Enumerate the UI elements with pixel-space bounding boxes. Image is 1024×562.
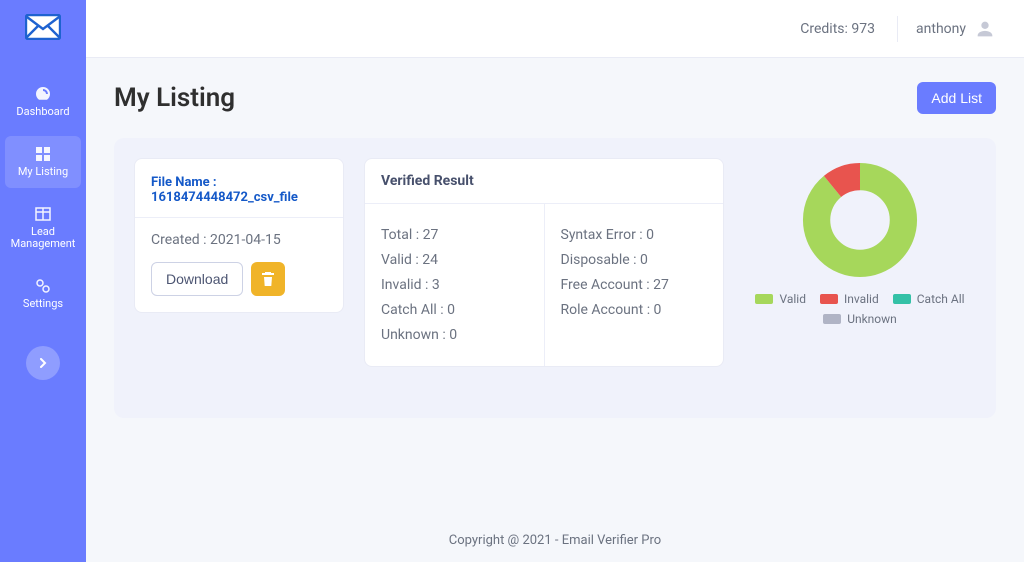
legend-label: Unknown	[847, 312, 897, 326]
file-created: Created : 2021-04-15	[151, 232, 327, 248]
legend-item-valid: Valid	[755, 292, 806, 306]
file-name-link[interactable]: 1618474448472_csv_file	[151, 190, 327, 205]
donut-chart	[798, 158, 922, 282]
created-value: 2021-04-15	[210, 232, 281, 248]
file-card-header: File Name : 1618474448472_csv_file	[135, 159, 343, 218]
main-content: My Listing Add List File Name : 16184744…	[86, 58, 1024, 562]
sidebar-item-label: Settings	[23, 297, 63, 310]
file-card: File Name : 1618474448472_csv_file Creat…	[134, 158, 344, 313]
stat-disposable: Disposable : 0	[561, 252, 708, 268]
topbar: Credits: 973 anthony	[86, 0, 1024, 58]
add-list-button[interactable]: Add List	[917, 82, 996, 114]
topbar-divider	[897, 16, 898, 42]
sidebar: Dashboard My Listing Lead Management Set…	[0, 0, 86, 562]
verified-right-column: Syntax Error : 0 Disposable : 0 Free Acc…	[544, 204, 724, 366]
sidebar-item-settings[interactable]: Settings	[5, 268, 81, 320]
sidebar-item-label: Lead Management	[11, 225, 76, 250]
file-card-body: Created : 2021-04-15 Download	[135, 218, 343, 312]
legend-item-catchall: Catch All	[893, 292, 965, 306]
legend-label: Invalid	[844, 292, 879, 306]
stat-syntax: Syntax Error : 0	[561, 227, 708, 243]
page-header: My Listing Add List	[114, 82, 996, 114]
page-title: My Listing	[114, 83, 235, 113]
sidebar-item-dashboard[interactable]: Dashboard	[5, 76, 81, 128]
verified-left-column: Total : 27 Valid : 24 Invalid : 3 Catch …	[365, 204, 544, 366]
avatar-icon	[974, 18, 996, 40]
verified-result-heading: Verified Result	[365, 159, 723, 204]
credits-value: 973	[851, 21, 875, 37]
file-name-label: File Name :	[151, 175, 327, 190]
download-button[interactable]: Download	[151, 262, 243, 296]
app-logo	[25, 14, 61, 72]
stat-roleacc: Role Account : 0	[561, 302, 708, 318]
stat-invalid: Invalid : 3	[381, 277, 528, 293]
legend-item-invalid: Invalid	[820, 292, 879, 306]
stat-freeacc: Free Account : 27	[561, 277, 708, 293]
trash-icon	[261, 272, 275, 286]
table-icon	[35, 206, 51, 222]
listing-card-area: File Name : 1618474448472_csv_file Creat…	[114, 138, 996, 418]
sidebar-item-label: Dashboard	[16, 105, 69, 118]
chart-panel: Valid Invalid Catch All Unknown	[744, 158, 976, 326]
gears-icon	[35, 278, 51, 294]
delete-button[interactable]	[251, 262, 285, 296]
credits-display: Credits: 973	[800, 21, 897, 37]
user-menu[interactable]: anthony	[916, 18, 996, 40]
legend-label: Catch All	[917, 292, 965, 306]
legend-swatch	[823, 314, 841, 324]
chevron-right-icon	[38, 358, 48, 368]
sidebar-item-lead-management[interactable]: Lead Management	[5, 196, 81, 260]
stat-unknown: Unknown : 0	[381, 327, 528, 343]
verified-result-card: Verified Result Total : 27 Valid : 24 In…	[364, 158, 724, 367]
sidebar-collapse-button[interactable]	[26, 346, 60, 380]
credits-label: Credits:	[800, 21, 848, 37]
legend-swatch	[820, 294, 838, 304]
file-card-actions: Download	[151, 262, 327, 296]
grid-icon	[35, 146, 51, 162]
dashboard-icon	[35, 86, 51, 102]
legend-item-unknown: Unknown	[823, 312, 897, 326]
stat-catchall: Catch All : 0	[381, 302, 528, 318]
legend-swatch	[893, 294, 911, 304]
stat-total: Total : 27	[381, 227, 528, 243]
created-label: Created :	[151, 232, 207, 248]
stat-valid: Valid : 24	[381, 252, 528, 268]
legend-label: Valid	[779, 292, 806, 306]
sidebar-item-label: My Listing	[18, 165, 68, 178]
username: anthony	[916, 21, 966, 37]
sidebar-item-my-listing[interactable]: My Listing	[5, 136, 81, 188]
legend-swatch	[755, 294, 773, 304]
footer: Copyright @ 2021 - Email Verifier Pro	[86, 533, 1024, 548]
chart-legend: Valid Invalid Catch All Unknown	[744, 292, 976, 326]
verified-result-body: Total : 27 Valid : 24 Invalid : 3 Catch …	[365, 204, 723, 366]
